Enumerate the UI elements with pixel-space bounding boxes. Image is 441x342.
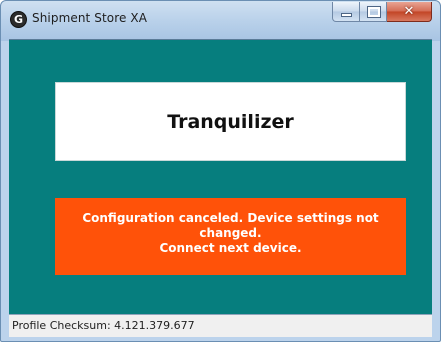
status-message-panel: Configuration canceled. Device settings … (55, 198, 406, 275)
window-title: Shipment Store XA (32, 11, 148, 25)
product-name: Tranquilizer (167, 110, 294, 133)
app-logo-icon[interactable]: G (10, 11, 27, 28)
maximize-icon (367, 6, 381, 18)
caption-buttons: ✕ (332, 2, 432, 22)
minimize-button[interactable] (332, 2, 360, 22)
close-icon: ✕ (403, 4, 415, 19)
status-message: Configuration canceled. Device settings … (55, 211, 406, 256)
message-line-2: changed. (199, 226, 262, 240)
message-line-3: Connect next device. (159, 241, 302, 255)
close-button[interactable]: ✕ (387, 2, 432, 22)
minimize-icon (341, 13, 352, 17)
maximize-button[interactable] (360, 2, 387, 22)
product-panel: Tranquilizer (55, 82, 406, 161)
profile-checksum: Profile Checksum: 4.121.379.677 (12, 319, 195, 332)
status-bar: Profile Checksum: 4.121.379.677 (9, 314, 432, 337)
title-bar[interactable]: G Shipment Store XA ✕ (1, 1, 440, 39)
client-area: Tranquilizer Configuration canceled. Dev… (9, 39, 432, 314)
message-line-1: Configuration canceled. Device settings … (82, 211, 379, 225)
app-window: G Shipment Store XA ✕ Tranquilizer Confi… (0, 0, 441, 342)
